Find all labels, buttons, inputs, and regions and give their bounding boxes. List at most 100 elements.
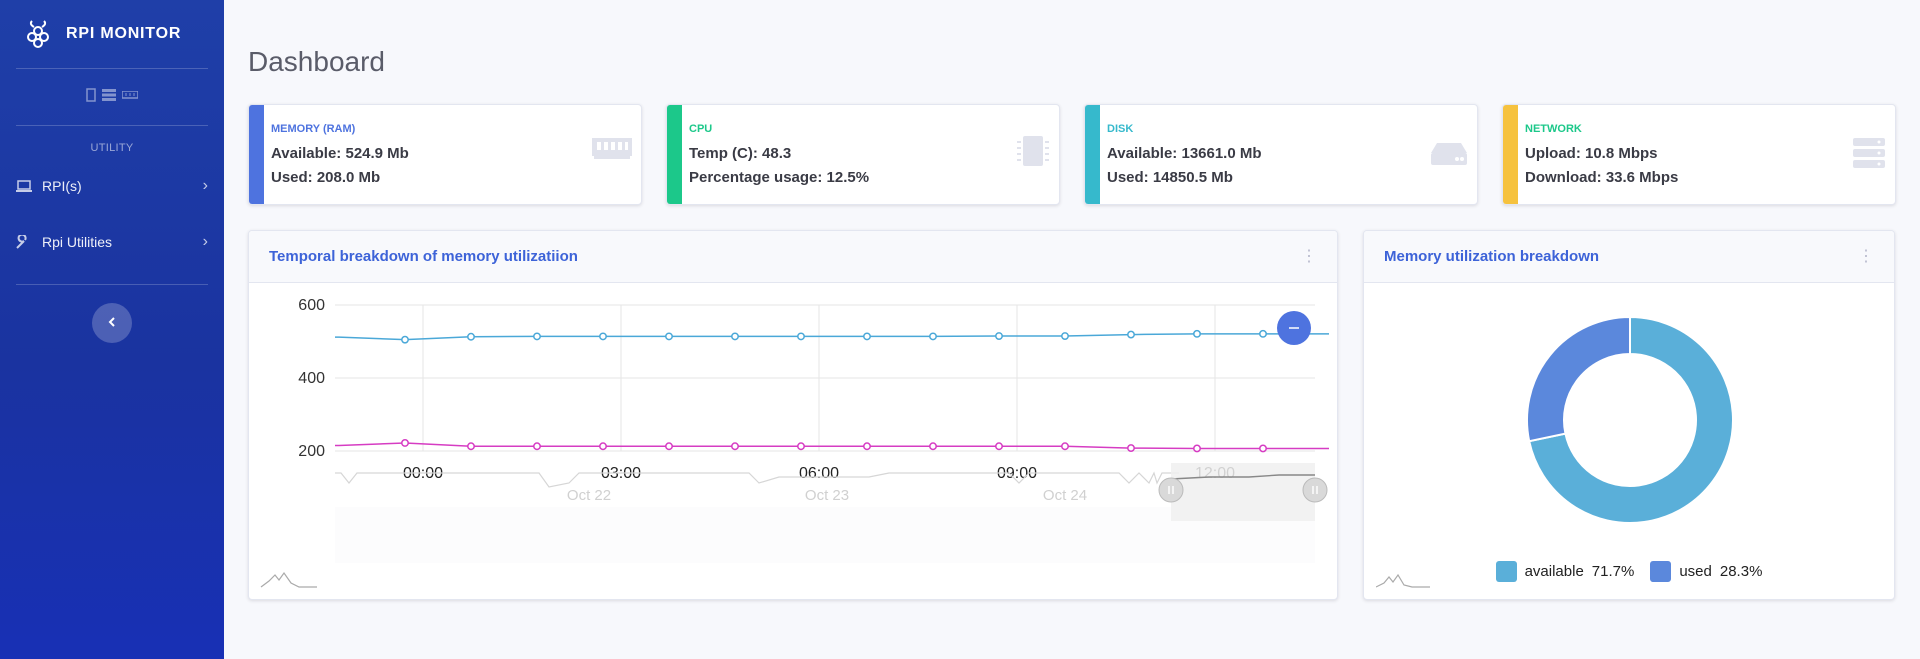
data-point xyxy=(929,332,937,341)
x-tick-label: 06:00 xyxy=(799,465,839,482)
card-line: Available: 524.9 Mb xyxy=(271,145,409,162)
data-point xyxy=(1193,329,1201,338)
card-title: Memory utilization breakdown xyxy=(1384,248,1600,265)
sidebar-item-label: Rpi Utilities xyxy=(42,234,113,250)
sidebar-divider xyxy=(16,284,208,285)
network-card: NETWORK Upload: 10.8 Mbps Download: 33.6… xyxy=(1502,104,1896,205)
card-title: MEMORY (RAM) xyxy=(271,123,356,135)
server-icon xyxy=(1851,137,1887,174)
brand-name: RPI MONITOR xyxy=(66,25,182,42)
card-line: Available: 13661.0 Mb xyxy=(1107,145,1262,162)
data-point xyxy=(533,442,541,451)
memory-card: MEMORY (RAM) Available: 524.9 Mb Used: 2… xyxy=(248,104,642,205)
list-icon xyxy=(102,88,116,106)
disk-card: DISK Available: 13661.0 Mb Used: 14850.5… xyxy=(1084,104,1478,205)
card-title: DISK xyxy=(1107,123,1134,135)
legend-swatch xyxy=(1650,561,1672,582)
data-point xyxy=(863,332,871,341)
data-point xyxy=(665,442,673,451)
card-line: Used: 14850.5 Mb xyxy=(1107,169,1233,186)
pie-slice-used[interactable] xyxy=(1526,315,1631,443)
card-title: CPU xyxy=(689,123,713,135)
memory-donut-chart xyxy=(1526,315,1734,524)
sidebar-item-rpi-utilities[interactable]: Rpi Utilities › xyxy=(0,214,224,270)
data-point xyxy=(731,442,739,451)
navigator-selection xyxy=(1171,463,1315,521)
sidebar: RPI MONITOR UTILITY RPI(s) › Rpi Utiliti… xyxy=(0,0,224,659)
card-line: Percentage usage: 12.5% xyxy=(689,169,870,186)
card-accent xyxy=(1085,105,1100,204)
more-options-icon[interactable]: ⋮ xyxy=(1858,248,1874,265)
data-point xyxy=(533,332,541,341)
navigator-handle[interactable] xyxy=(1158,477,1184,503)
data-point xyxy=(797,442,805,451)
legend-item-used[interactable]: used 28.3% xyxy=(1650,561,1762,582)
data-point xyxy=(401,439,409,447)
memory-breakdown-card: Memory utilization breakdown ⋮ available… xyxy=(1363,230,1895,600)
chart-watermark-icon xyxy=(260,571,317,588)
legend-item-available[interactable]: available 71.7% xyxy=(1495,561,1635,582)
navigator-series xyxy=(335,471,1179,488)
memory-chip-icon xyxy=(86,87,96,107)
data-point xyxy=(665,332,673,341)
legend-value: 28.3% xyxy=(1719,563,1763,580)
brand[interactable]: RPI MONITOR xyxy=(0,0,224,68)
navigator-background xyxy=(335,507,1315,563)
card-header: Temporal breakdown of memory utilizatiio… xyxy=(249,231,1337,283)
sidebar-mini-icons xyxy=(0,69,224,125)
data-point xyxy=(1259,329,1267,338)
card-title: NETWORK xyxy=(1525,123,1582,135)
disk-icon xyxy=(1429,141,1469,172)
card-accent xyxy=(249,105,264,204)
data-point xyxy=(599,442,607,451)
data-point xyxy=(599,332,607,341)
card-line: Used: 208.0 Mb xyxy=(271,169,381,186)
sidebar-item-rpis[interactable]: RPI(s) › xyxy=(0,158,224,214)
legend-value: 71.7% xyxy=(1591,563,1635,580)
card-accent xyxy=(667,105,682,204)
cpu-card: CPU Temp (C): 48.3 Percentage usage: 12.… xyxy=(666,104,1060,205)
data-point xyxy=(401,335,409,344)
pie-legend: available 71.7% used 28.3% xyxy=(1364,561,1894,582)
data-point xyxy=(1061,442,1069,451)
laptop-icon xyxy=(16,180,34,192)
data-point xyxy=(995,442,1003,451)
data-point xyxy=(467,332,475,341)
sidebar-item-label: RPI(s) xyxy=(42,178,82,194)
legend-swatch xyxy=(1495,561,1517,582)
navigator-date-label: Oct 22 xyxy=(567,487,611,504)
card-line: Download: 33.6 Mbps xyxy=(1525,169,1679,186)
chevron-right-icon: › xyxy=(202,233,208,250)
wrench-icon xyxy=(16,235,34,249)
data-point xyxy=(929,442,937,451)
chevron-right-icon: › xyxy=(202,177,208,194)
y-tick-label: 600 xyxy=(298,297,325,314)
data-point xyxy=(1259,444,1267,453)
series-line xyxy=(335,333,1329,341)
sidebar-toggle-button[interactable] xyxy=(92,303,132,343)
card-line: Temp (C): 48.3 xyxy=(689,145,792,162)
memory-line-chart: 20040060000:0003:0006:0009:0012:00Oct 22… xyxy=(260,297,1329,588)
data-point xyxy=(731,332,739,341)
more-options-icon[interactable]: ⋮ xyxy=(1301,248,1317,265)
data-point xyxy=(1127,330,1135,339)
memory-timeline-card: Temporal breakdown of memory utilizatiio… xyxy=(248,230,1338,600)
raspberry-pi-icon xyxy=(24,18,52,50)
sidebar-heading: UTILITY xyxy=(90,142,134,154)
card-title: Temporal breakdown of memory utilizatiio… xyxy=(269,248,578,265)
navigator-handle[interactable] xyxy=(1302,477,1328,503)
memory-icon xyxy=(591,135,633,166)
legend-label: available xyxy=(1524,563,1584,580)
reset-zoom-button[interactable] xyxy=(1277,311,1311,345)
navigator-date-label: Oct 23 xyxy=(805,487,849,504)
cpu-icon xyxy=(1015,133,1051,174)
data-point xyxy=(1193,444,1201,453)
chevron-left-icon xyxy=(108,314,116,332)
data-point xyxy=(863,442,871,451)
y-tick-label: 400 xyxy=(298,370,325,387)
navigator-date-label: Oct 24 xyxy=(1043,487,1087,504)
data-point xyxy=(1061,332,1069,340)
legend-label: used xyxy=(1679,563,1712,580)
ram-icon xyxy=(121,88,139,106)
data-point xyxy=(467,442,475,451)
